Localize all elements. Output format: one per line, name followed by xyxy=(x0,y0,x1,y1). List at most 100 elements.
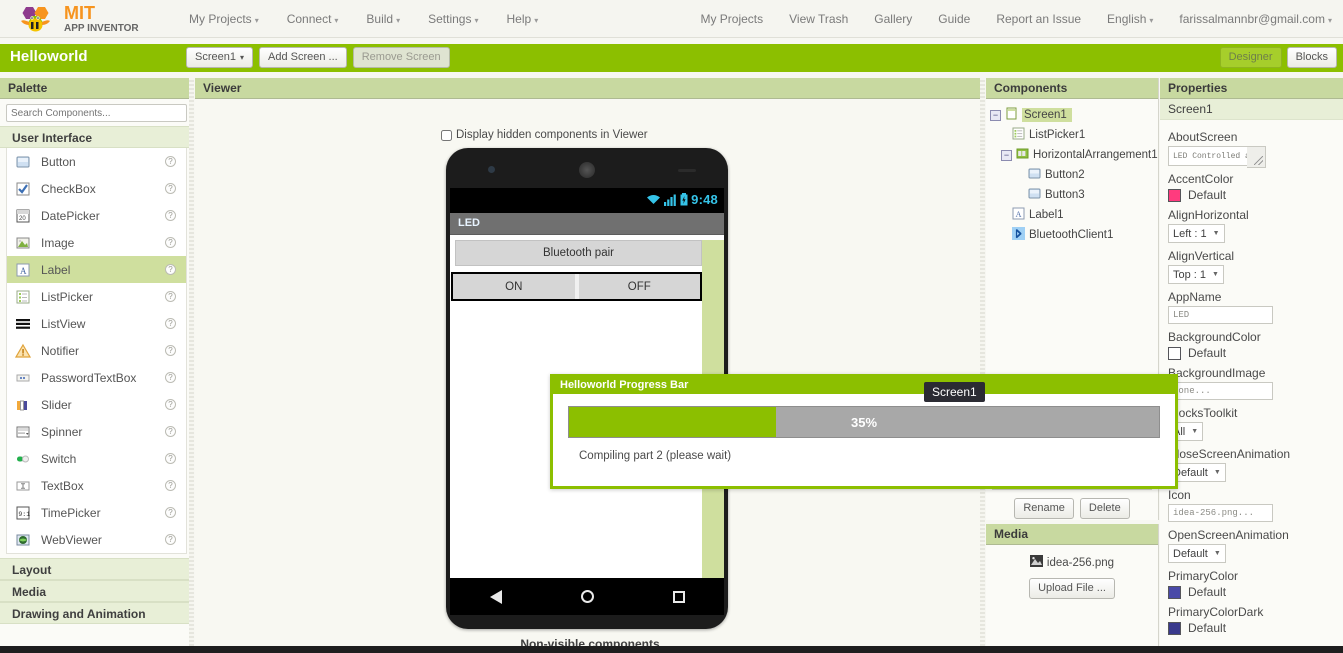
help-icon[interactable]: ? xyxy=(165,318,176,329)
blocks-tab-button[interactable]: Blocks xyxy=(1286,47,1337,68)
palette-item-label[interactable]: A Label ? xyxy=(7,256,186,283)
palette-item-webviewer[interactable]: WebViewer ? xyxy=(7,526,186,553)
properties-list: AboutScreen LED Controlled app AccentCol… xyxy=(1160,120,1343,635)
palette-item-notifier[interactable]: Notifier ? xyxy=(7,337,186,364)
button2-component[interactable]: ON xyxy=(453,274,575,299)
color-swatch-icon[interactable] xyxy=(1168,585,1181,599)
tree-item-listpicker1[interactable]: ListPicker1 xyxy=(990,125,1158,145)
help-icon[interactable]: ? xyxy=(165,426,176,437)
display-hidden-components-checkbox-row[interactable]: Display hidden components in Viewer xyxy=(441,129,648,141)
tree-item-horizontalarrangement1[interactable]: − HorizontalArrangement1 xyxy=(990,145,1158,165)
help-icon[interactable]: ? xyxy=(165,237,176,248)
tree-item-screen1[interactable]: − Screen1 xyxy=(990,105,1158,125)
palette-category-layout[interactable]: Layout xyxy=(0,558,193,580)
tree-item-label1[interactable]: A Label1 xyxy=(990,205,1158,225)
color-swatch-icon[interactable] xyxy=(1168,346,1181,360)
help-icon[interactable]: ? xyxy=(165,156,176,167)
help-icon[interactable]: ? xyxy=(165,264,176,275)
progress-bar-track: 35% xyxy=(568,406,1160,438)
help-icon[interactable]: ? xyxy=(165,345,176,356)
menu-build[interactable]: Build ▾ xyxy=(363,10,403,28)
link-report-an-issue[interactable]: Report an Issue xyxy=(993,10,1084,28)
openscreenanimation-value: Default xyxy=(1173,547,1208,560)
earpiece-speaker-icon xyxy=(579,162,595,178)
help-icon[interactable]: ? xyxy=(165,183,176,194)
screen-selector-dropdown[interactable]: Screen1 ▾ xyxy=(186,47,253,68)
palette-item-textbox[interactable]: TextBox ? xyxy=(7,472,186,499)
menu-connect[interactable]: Connect ▾ xyxy=(284,10,342,28)
menu-settings-label: Settings xyxy=(428,12,472,26)
language-selector[interactable]: English ▾ xyxy=(1104,10,1156,28)
resize-grip-icon[interactable] xyxy=(1247,146,1266,168)
designer-tab-button[interactable]: Designer xyxy=(1219,47,1282,68)
appname-input[interactable]: LED xyxy=(1168,306,1273,324)
palette-item-listview[interactable]: ListView ? xyxy=(7,310,186,337)
menu-my-projects[interactable]: My Projects ▾ xyxy=(186,10,262,28)
tree-item-bluetoothclient1[interactable]: BluetoothClient1 xyxy=(990,225,1158,245)
palette-category-user-interface[interactable]: User Interface xyxy=(0,126,193,148)
icon-input[interactable]: idea-256.png... xyxy=(1168,504,1273,522)
color-swatch-icon[interactable] xyxy=(1168,188,1181,202)
palette-category-media[interactable]: Media xyxy=(0,580,193,602)
palette-item-datepicker[interactable]: 20 DatePicker ? xyxy=(7,202,186,229)
listpicker1-component[interactable]: Bluetooth pair xyxy=(455,240,702,266)
help-icon[interactable]: ? xyxy=(165,399,176,410)
tree-item-button2[interactable]: Button2 xyxy=(990,165,1158,185)
alignvertical-select[interactable]: Top : 1 ▼ xyxy=(1168,265,1224,284)
tree-item-button3[interactable]: Button3 xyxy=(990,185,1158,205)
recents-icon[interactable] xyxy=(672,590,685,603)
help-icon[interactable]: ? xyxy=(165,534,176,545)
rename-button[interactable]: Rename xyxy=(1014,498,1074,519)
upload-file-button[interactable]: Upload File ... xyxy=(1029,578,1115,599)
palette-viewer-divider[interactable] xyxy=(189,78,194,646)
remove-screen-button[interactable]: Remove Screen xyxy=(352,47,450,68)
collapse-toggle-icon[interactable]: − xyxy=(990,109,1001,121)
user-account-menu[interactable]: farissalmannbr@gmail.com ▾ xyxy=(1176,10,1335,28)
menu-help[interactable]: Help ▾ xyxy=(504,10,542,28)
link-my-projects[interactable]: My Projects xyxy=(697,10,766,28)
button-icon xyxy=(1028,187,1041,203)
palette-item-spinner[interactable]: Spinner ? xyxy=(7,418,186,445)
home-icon[interactable] xyxy=(580,590,594,603)
mit-app-inventor-logo[interactable]: MIT APP INVENTOR xyxy=(12,3,162,36)
palette-item-timepicker[interactable]: 9:1 TimePicker ? xyxy=(7,499,186,526)
horizontalarrangement1-component[interactable]: ON OFF xyxy=(451,272,702,301)
help-icon[interactable]: ? xyxy=(165,210,176,221)
palette-item-button[interactable]: Button ? xyxy=(7,148,186,175)
alignhorizontal-select[interactable]: Left : 1 ▼ xyxy=(1168,224,1225,243)
palette-item-listpicker[interactable]: ListPicker ? xyxy=(7,283,186,310)
media-file-item[interactable]: idea-256.png xyxy=(986,555,1158,570)
property-label-aboutscreen: AboutScreen xyxy=(1168,130,1238,144)
palette-item-image[interactable]: Image ? xyxy=(7,229,186,256)
help-icon[interactable]: ? xyxy=(165,453,176,464)
button3-component[interactable]: OFF xyxy=(574,274,700,299)
backgroundimage-input[interactable]: None... xyxy=(1168,382,1273,400)
add-screen-button[interactable]: Add Screen ... xyxy=(259,47,347,68)
back-icon[interactable] xyxy=(489,589,502,604)
link-guide[interactable]: Guide xyxy=(935,10,973,28)
link-gallery[interactable]: Gallery xyxy=(871,10,915,28)
search-input[interactable] xyxy=(6,104,187,122)
help-icon[interactable]: ? xyxy=(165,480,176,491)
menu-settings[interactable]: Settings ▾ xyxy=(425,10,481,28)
display-hidden-components-checkbox[interactable] xyxy=(441,129,452,141)
viewer-canvas[interactable]: Display hidden components in Viewer 9:48 xyxy=(195,99,1178,651)
palette-category-drawing-and-animation[interactable]: Drawing and Animation xyxy=(0,602,193,624)
openscreenanimation-select[interactable]: Default ▼ xyxy=(1168,544,1226,563)
collapse-toggle-icon[interactable]: − xyxy=(1001,149,1012,161)
palette-item-passwordtextbox[interactable]: PasswordTextBox ? xyxy=(7,364,186,391)
primarycolordark-value[interactable]: Default xyxy=(1168,621,1343,635)
help-icon[interactable]: ? xyxy=(165,372,176,383)
viewer-components-divider[interactable] xyxy=(980,78,985,646)
palette-item-switch[interactable]: Switch ? xyxy=(7,445,186,472)
delete-button[interactable]: Delete xyxy=(1079,498,1130,519)
link-view-trash[interactable]: View Trash xyxy=(786,10,851,28)
palette-item-checkbox[interactable]: CheckBox ? xyxy=(7,175,186,202)
palette-item-slider[interactable]: Slider ? xyxy=(7,391,186,418)
backgroundcolor-value[interactable]: Default xyxy=(1168,346,1343,360)
help-icon[interactable]: ? xyxy=(165,507,176,518)
color-swatch-icon[interactable] xyxy=(1168,621,1181,635)
help-icon[interactable]: ? xyxy=(165,291,176,302)
primarycolor-value[interactable]: Default xyxy=(1168,585,1343,599)
accentcolor-value[interactable]: Default xyxy=(1168,188,1343,202)
